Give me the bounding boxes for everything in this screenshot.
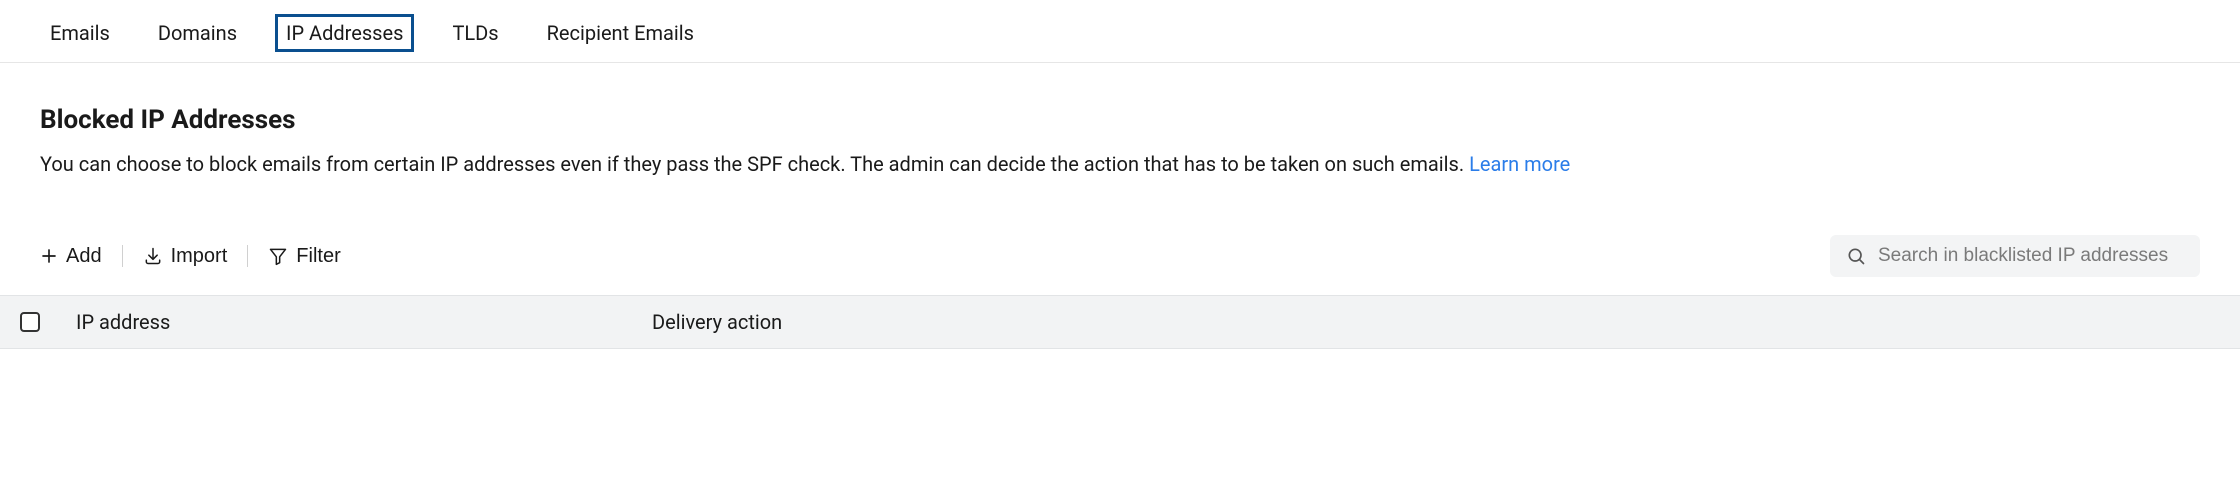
tab-emails[interactable]: Emails (40, 15, 120, 51)
toolbar-left: Add Import Filter (40, 245, 341, 268)
tab-domains[interactable]: Domains (148, 15, 247, 51)
tab-tlds[interactable]: TLDs (442, 15, 508, 51)
filter-button-label: Filter (296, 245, 340, 268)
page-description: You can choose to block emails from cert… (40, 149, 2200, 179)
select-all-checkbox[interactable] (20, 312, 40, 332)
filter-button[interactable]: Filter (268, 245, 340, 268)
tab-recipient-emails[interactable]: Recipient Emails (537, 15, 704, 51)
page-description-text: You can choose to block emails from cert… (40, 152, 1464, 176)
toolbar-divider (122, 245, 123, 267)
search-icon (1846, 246, 1866, 266)
content-area: Blocked IP Addresses You can choose to b… (0, 63, 2240, 179)
search-box[interactable] (1830, 235, 2200, 277)
learn-more-link[interactable]: Learn more (1469, 152, 1570, 176)
import-button[interactable]: Import (143, 245, 228, 268)
toolbar-divider (247, 245, 248, 267)
filter-icon (268, 246, 288, 266)
tabs-bar: Emails Domains IP Addresses TLDs Recipie… (0, 0, 2240, 63)
plus-icon (40, 247, 58, 265)
import-button-label: Import (171, 245, 228, 268)
column-header-ip: IP address (76, 310, 616, 334)
toolbar: Add Import Filter (0, 179, 2240, 295)
page-title: Blocked IP Addresses (40, 105, 2200, 135)
column-header-action: Delivery action (652, 310, 782, 334)
add-button-label: Add (66, 245, 102, 268)
tab-ip-addresses[interactable]: IP Addresses (275, 14, 414, 52)
import-icon (143, 246, 163, 266)
search-input[interactable] (1878, 245, 2184, 267)
table-header: IP address Delivery action (0, 295, 2240, 349)
add-button[interactable]: Add (40, 245, 102, 268)
